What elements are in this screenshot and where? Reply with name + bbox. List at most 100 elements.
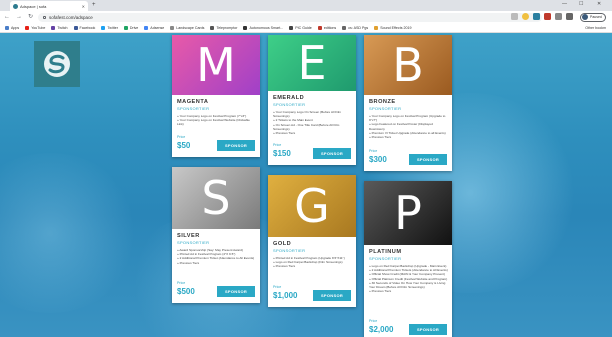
address-bar[interactable]: sofafest.com/adspace	[38, 12, 542, 22]
site-logo[interactable]	[34, 41, 80, 87]
feature-list: » Logo on Red Carpet Backdrop (Upgrade -…	[369, 264, 448, 293]
bookmark-label: Twitch	[57, 25, 68, 30]
sponsor-card-silver: S SILVER SPONSORTIER » Award Sponsorship (S…	[172, 167, 260, 303]
bookmark-item[interactable]: cs: ASD Pgs	[342, 25, 369, 30]
tier-subtitle: SPONSORTIER	[177, 240, 210, 245]
tier-name: GOLD	[273, 241, 292, 247]
close-window-icon[interactable]: ✕	[597, 1, 601, 7]
tier-price: $1,000	[273, 291, 298, 300]
site-favicon-icon	[13, 3, 18, 9]
bookmark-icon	[123, 25, 128, 30]
bookmark-item[interactable]: YouTube	[25, 25, 45, 30]
tier-subtitle: SPONSORTIER	[273, 248, 306, 253]
bookmark-label: Twitter	[107, 25, 118, 30]
tier-subtitle: SPONSORTIER	[273, 102, 306, 107]
feature-item: » Previous Tiers	[369, 289, 392, 294]
profile-label: Paused	[590, 15, 602, 19]
sponsor-button[interactable]: SPONSOR	[217, 140, 255, 151]
tier-price: $2,000	[369, 325, 394, 334]
tier-letter-tile: G	[268, 175, 356, 237]
tier-name: EMERALD	[273, 95, 305, 101]
bookmarks-bar: Apps YouTube Twitch Facebook Twitter Drive Ads…	[0, 23, 612, 33]
bookmark-item[interactable]: Twitch	[51, 25, 68, 30]
sponsor-button[interactable]: SPONSOR	[217, 286, 255, 297]
new-tab-icon[interactable]: +	[92, 2, 96, 9]
feature-item: » Your Company Logo On Screen (Before Al…	[273, 110, 342, 119]
tier-name: MAGENTA	[177, 99, 209, 105]
bookmark-item[interactable]: editions	[317, 25, 337, 30]
bookmark-item[interactable]: Landscape Cards	[170, 25, 204, 30]
back-icon[interactable]: ←	[4, 13, 10, 21]
bookmark-item[interactable]: Apps	[5, 25, 19, 30]
bookmark-item[interactable]: Drive	[123, 25, 138, 30]
bookmark-icon	[210, 25, 215, 30]
bookmark-label: Facebook	[79, 25, 96, 30]
browser-toolbar: ← → ↻ sofafest.com/adspace Paused	[0, 11, 612, 23]
feature-item: » 30 Seconds of Video On How Your Compan…	[369, 280, 446, 290]
tier-name: PLATINUM	[369, 249, 402, 255]
feature-list: » Your Company Logo On Screen (Before Al…	[273, 110, 352, 135]
forward-icon[interactable]: →	[16, 13, 22, 21]
profile-button[interactable]: Paused	[580, 12, 606, 22]
extension-icon[interactable]	[555, 13, 562, 20]
minimize-icon[interactable]: —	[562, 1, 567, 7]
feature-item: » Previous Tiers	[369, 135, 392, 140]
tier-subtitle: SPONSORTIER	[369, 256, 402, 261]
bookmark-item[interactable]: Telepromptor	[210, 25, 238, 30]
bookmark-icon	[101, 25, 106, 30]
bookmark-item[interactable]: Adsense	[144, 25, 164, 30]
bookmark-icon	[144, 25, 149, 30]
bookmark-icon	[73, 25, 78, 30]
other-bookmarks[interactable]: Other bookm	[585, 26, 606, 30]
tier-letter-tile: B	[364, 35, 452, 95]
tier-letter-tile: E	[268, 35, 356, 91]
star-icon[interactable]	[522, 13, 529, 20]
tier-letter-tile: P	[364, 181, 452, 245]
sponsor-button[interactable]: SPONSOR	[313, 148, 351, 159]
price-label: Price	[273, 285, 282, 289]
feature-list: » Your Company Logo on Festival Program …	[177, 114, 256, 127]
tier-subtitle: SPONSORTIER	[369, 106, 402, 111]
sponsor-card-gold: G GOLD SPONSORTIER » Printed Ad in Festival…	[268, 175, 356, 307]
close-tab-icon[interactable]: ✕	[82, 4, 85, 9]
search-icon[interactable]	[511, 13, 518, 20]
browser-tab-strip: Adspace | sofa ✕ + — ☐ ✕	[0, 0, 612, 11]
page-viewport: M MAGENTA SPONSORTIER» Your Company Logo o…	[0, 33, 612, 337]
bookmark-icon	[25, 25, 30, 30]
bookmark-label: editions	[323, 25, 337, 30]
feature-list: » Award Sponsorship (Say: May Present Aw…	[177, 248, 256, 265]
feature-item: » Logo Featured on Festival Poster (Disp…	[369, 122, 433, 131]
tier-name: SILVER	[177, 233, 200, 239]
extension-icon[interactable]	[566, 13, 573, 20]
feature-item: » Your Company Logo on Festival Program …	[369, 114, 446, 123]
maximize-icon[interactable]: ☐	[579, 1, 583, 7]
feature-item: » On Screen Ad - One Title Card (Before …	[273, 122, 340, 131]
tier-letter-tile: S	[172, 167, 260, 229]
bookmark-label: PIC Guide	[295, 25, 312, 30]
feature-item: » Previous Tiers	[177, 260, 200, 265]
feature-item: » Official Show Credit (MAIN & Your Comp…	[369, 272, 445, 277]
extension-icon[interactable]	[544, 13, 551, 20]
reload-icon[interactable]: ↻	[28, 13, 33, 21]
bookmark-item[interactable]: Facebook	[73, 25, 96, 30]
bookmark-item[interactable]: Autonomous Smart...	[243, 25, 284, 30]
sponsor-button[interactable]: SPONSOR	[409, 154, 447, 165]
browser-tab[interactable]: Adspace | sofa ✕	[10, 1, 88, 11]
price-label: Price	[177, 281, 186, 285]
extension-icon[interactable]	[533, 13, 540, 20]
bookmark-icon	[289, 25, 294, 30]
bookmark-item[interactable]: PIC Guide	[289, 25, 312, 30]
price-label: Price	[369, 149, 378, 153]
bookmark-label: Sound Effects 2019	[380, 25, 412, 30]
sponsor-button[interactable]: SPONSOR	[409, 324, 447, 335]
tier-price: $300	[369, 155, 387, 164]
bookmark-label: Telepromptor	[216, 25, 238, 30]
lock-icon	[43, 15, 46, 19]
sofa-logo-icon	[44, 51, 70, 77]
sponsor-button[interactable]: SPONSOR	[313, 290, 351, 301]
bookmark-label: Autonomous Smart...	[249, 25, 284, 30]
sponsor-card-emerald: E EMERALD SPONSORTIER » Your Company Logo O…	[268, 35, 356, 165]
bookmark-label: cs: ASD Pgs	[348, 25, 369, 30]
bookmark-item[interactable]: Sound Effects 2019	[374, 25, 412, 30]
bookmark-item[interactable]: Twitter	[101, 25, 118, 30]
